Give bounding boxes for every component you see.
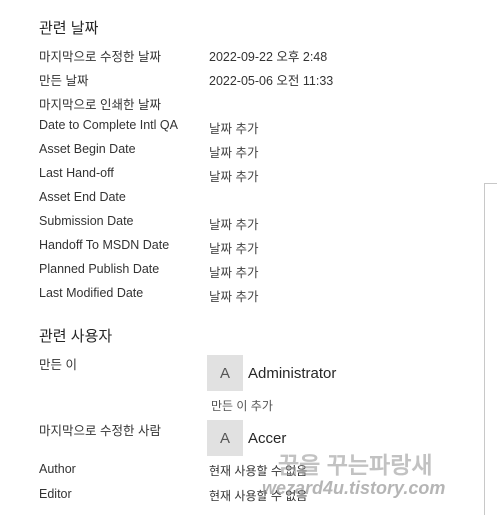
date-label: Last Modified Date bbox=[39, 286, 144, 300]
author-label: Author bbox=[39, 462, 76, 476]
date-label: Asset End Date bbox=[39, 190, 126, 204]
date-row-handoff-msdn: Handoff To MSDN Date 날짜 추가 bbox=[39, 238, 479, 260]
author-value: 현재 사용할 수 없음 bbox=[209, 464, 308, 478]
add-date-link[interactable]: 날짜 추가 bbox=[209, 238, 258, 257]
date-label: 만든 날짜 bbox=[39, 74, 89, 88]
person-name: Accer bbox=[248, 429, 287, 447]
created-by-person[interactable]: A Administrator bbox=[207, 355, 336, 391]
scrollbar-thumb[interactable] bbox=[484, 183, 497, 515]
date-row-intl-qa: Date to Complete Intl QA 날짜 추가 bbox=[39, 118, 479, 140]
date-row-last-handoff: Last Hand-off 날짜 추가 bbox=[39, 166, 479, 188]
add-date-link[interactable]: 날짜 추가 bbox=[209, 142, 258, 161]
last-modified-by-label: 마지막으로 수정한 사람 bbox=[39, 424, 161, 438]
created-by-label: 만든 이 bbox=[39, 358, 77, 372]
date-label: Handoff To MSDN Date bbox=[39, 238, 170, 252]
add-date-link[interactable]: 날짜 추가 bbox=[209, 262, 258, 281]
properties-panel: 관련 날짜 마지막으로 수정한 날짜 2022-09-22 오후 2:48 만든… bbox=[0, 0, 482, 515]
author-row: Author 현재 사용할 수 없음 bbox=[39, 462, 479, 484]
add-date-link[interactable]: 날짜 추가 bbox=[209, 118, 258, 137]
editor-value: 현재 사용할 수 없음 bbox=[209, 489, 308, 503]
date-row-submission: Submission Date 날짜 추가 bbox=[39, 214, 479, 236]
date-label: Last Hand-off bbox=[39, 166, 114, 180]
date-value: 2022-09-22 오후 2:48 bbox=[209, 50, 328, 64]
add-date-link[interactable]: 날짜 추가 bbox=[209, 286, 258, 305]
related-dates-title: 관련 날짜 bbox=[39, 20, 99, 37]
date-row-last-modified-date: Last Modified Date 날짜 추가 bbox=[39, 286, 479, 308]
add-creator-link[interactable]: 만든 이 추가 bbox=[211, 397, 273, 414]
date-row-asset-begin: Asset Begin Date 날짜 추가 bbox=[39, 142, 479, 164]
related-people-title: 관련 사용자 bbox=[39, 328, 113, 345]
date-label: 마지막으로 인쇄한 날짜 bbox=[39, 98, 161, 112]
date-label: 마지막으로 수정한 날짜 bbox=[39, 50, 161, 64]
date-label: Planned Publish Date bbox=[39, 262, 160, 276]
date-row-last-printed: 마지막으로 인쇄한 날짜 bbox=[39, 94, 479, 116]
avatar: A bbox=[207, 420, 243, 456]
date-row-last-modified: 마지막으로 수정한 날짜 2022-09-22 오후 2:48 bbox=[39, 46, 479, 68]
date-label: Asset Begin Date bbox=[39, 142, 136, 156]
date-value: 2022-05-06 오전 11:33 bbox=[209, 74, 334, 88]
date-label: Submission Date bbox=[39, 214, 134, 228]
last-modified-by-person[interactable]: A Accer bbox=[207, 420, 286, 456]
date-label: Date to Complete Intl QA bbox=[39, 118, 178, 132]
avatar: A bbox=[207, 355, 243, 391]
person-name: Administrator bbox=[248, 364, 337, 382]
editor-label: Editor bbox=[39, 487, 72, 501]
date-row-created: 만든 날짜 2022-05-06 오전 11:33 bbox=[39, 70, 479, 92]
add-date-link[interactable]: 날짜 추가 bbox=[209, 166, 258, 185]
add-date-link[interactable]: 날짜 추가 bbox=[209, 214, 258, 233]
date-row-asset-end: Asset End Date bbox=[39, 190, 479, 212]
editor-row: Editor 현재 사용할 수 없음 bbox=[39, 487, 479, 509]
date-row-planned-publish: Planned Publish Date 날짜 추가 bbox=[39, 262, 479, 284]
